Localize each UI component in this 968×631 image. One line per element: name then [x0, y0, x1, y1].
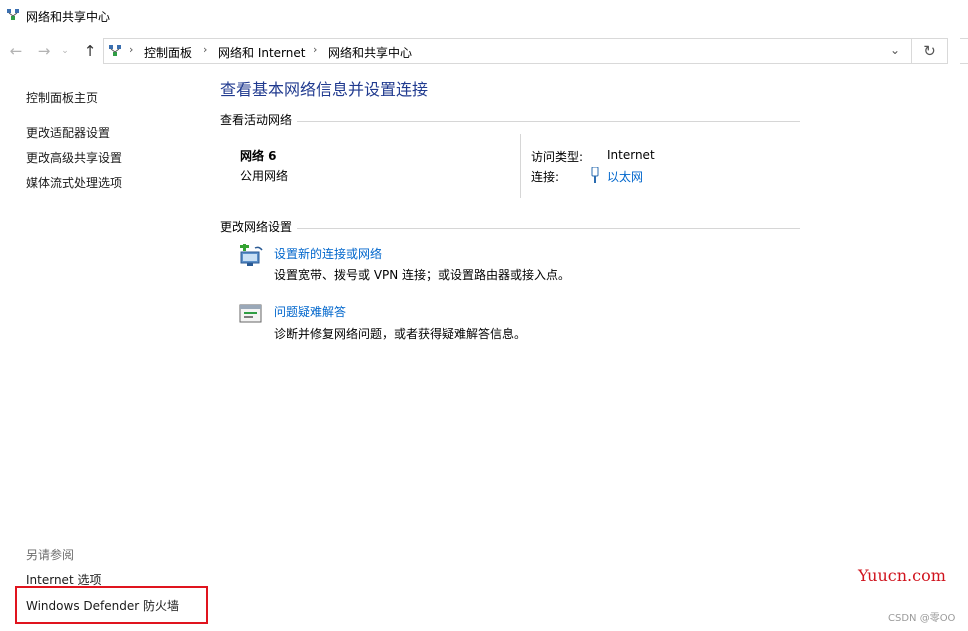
network-profile: 公用网络 — [240, 169, 289, 183]
refresh-icon: ↻ — [923, 42, 936, 60]
section-divider — [297, 121, 800, 122]
connections-label: 连接: — [531, 170, 560, 184]
back-button[interactable]: ← — [6, 41, 26, 61]
troubleshoot-problems-description: 诊断并修复网络问题，或者获得疑难解答信息。 — [274, 327, 527, 341]
access-type-label: 访问类型: — [531, 150, 584, 164]
see-also-heading: 另请参阅 — [26, 548, 75, 562]
window-title: 网络和共享中心 — [26, 10, 111, 24]
sidebar-home-link[interactable]: 控制面板主页 — [26, 89, 98, 106]
arrow-up-icon: ↑ — [83, 42, 97, 60]
chevron-right-icon[interactable]: › — [203, 43, 207, 56]
address-bar[interactable]: › 控制面板 › 网络和 Internet › 网络和共享中心 ⌄ — [103, 38, 912, 64]
control-panel-icon — [109, 45, 121, 56]
active-networks-heading: 查看活动网络 — [220, 113, 293, 127]
sidebar-item-adapter-settings[interactable]: 更改适配器设置 — [26, 124, 110, 141]
highlight-annotation-box — [15, 586, 208, 624]
site-watermark: Yuucn.com — [858, 566, 946, 585]
section-divider — [297, 228, 800, 229]
change-settings-heading: 更改网络设置 — [220, 220, 293, 234]
forward-button[interactable]: → — [34, 41, 54, 61]
sidebar-item-media-streaming[interactable]: 媒体流式处理选项 — [26, 174, 122, 191]
up-button[interactable]: ↑ — [80, 41, 100, 61]
sidebar-item-advanced-sharing[interactable]: 更改高级共享设置 — [26, 149, 122, 166]
breadcrumb-control-panel[interactable]: 控制面板 — [144, 44, 192, 61]
access-type-value: Internet — [607, 148, 655, 162]
refresh-button[interactable]: ↻ — [912, 38, 948, 64]
title-bar: 网络和共享中心 — [0, 0, 968, 32]
arrow-right-icon: → — [37, 42, 51, 60]
new-connection-icon — [240, 244, 263, 266]
chevron-down-icon: ⌄ — [61, 46, 69, 56]
recent-dropdown-button[interactable]: ⌄ — [58, 41, 72, 61]
troubleshoot-icon — [239, 304, 262, 323]
network-center-icon — [7, 9, 19, 20]
ethernet-icon — [591, 167, 599, 183]
troubleshoot-problems-link[interactable]: 问题疑难解答 — [274, 303, 346, 320]
author-watermark: CSDN @零OO — [888, 613, 956, 624]
page-title: 查看基本网络信息并设置连接 — [220, 80, 429, 99]
chevron-right-icon[interactable]: › — [129, 43, 133, 56]
search-input[interactable] — [960, 38, 968, 64]
chevron-down-icon[interactable]: ⌄ — [890, 43, 900, 57]
breadcrumb-network-internet[interactable]: 网络和 Internet — [218, 44, 305, 61]
arrow-left-icon: ← — [9, 42, 23, 60]
network-name: 网络 6 — [240, 149, 277, 163]
ethernet-connection-link[interactable]: 以太网 — [607, 168, 643, 185]
vertical-divider — [520, 134, 521, 198]
chevron-right-icon[interactable]: › — [313, 43, 317, 56]
breadcrumb-network-sharing-center[interactable]: 网络和共享中心 — [328, 44, 412, 61]
setup-new-connection-description: 设置宽带、拨号或 VPN 连接；或设置路由器或接入点。 — [274, 268, 571, 282]
setup-new-connection-link[interactable]: 设置新的连接或网络 — [274, 245, 382, 262]
